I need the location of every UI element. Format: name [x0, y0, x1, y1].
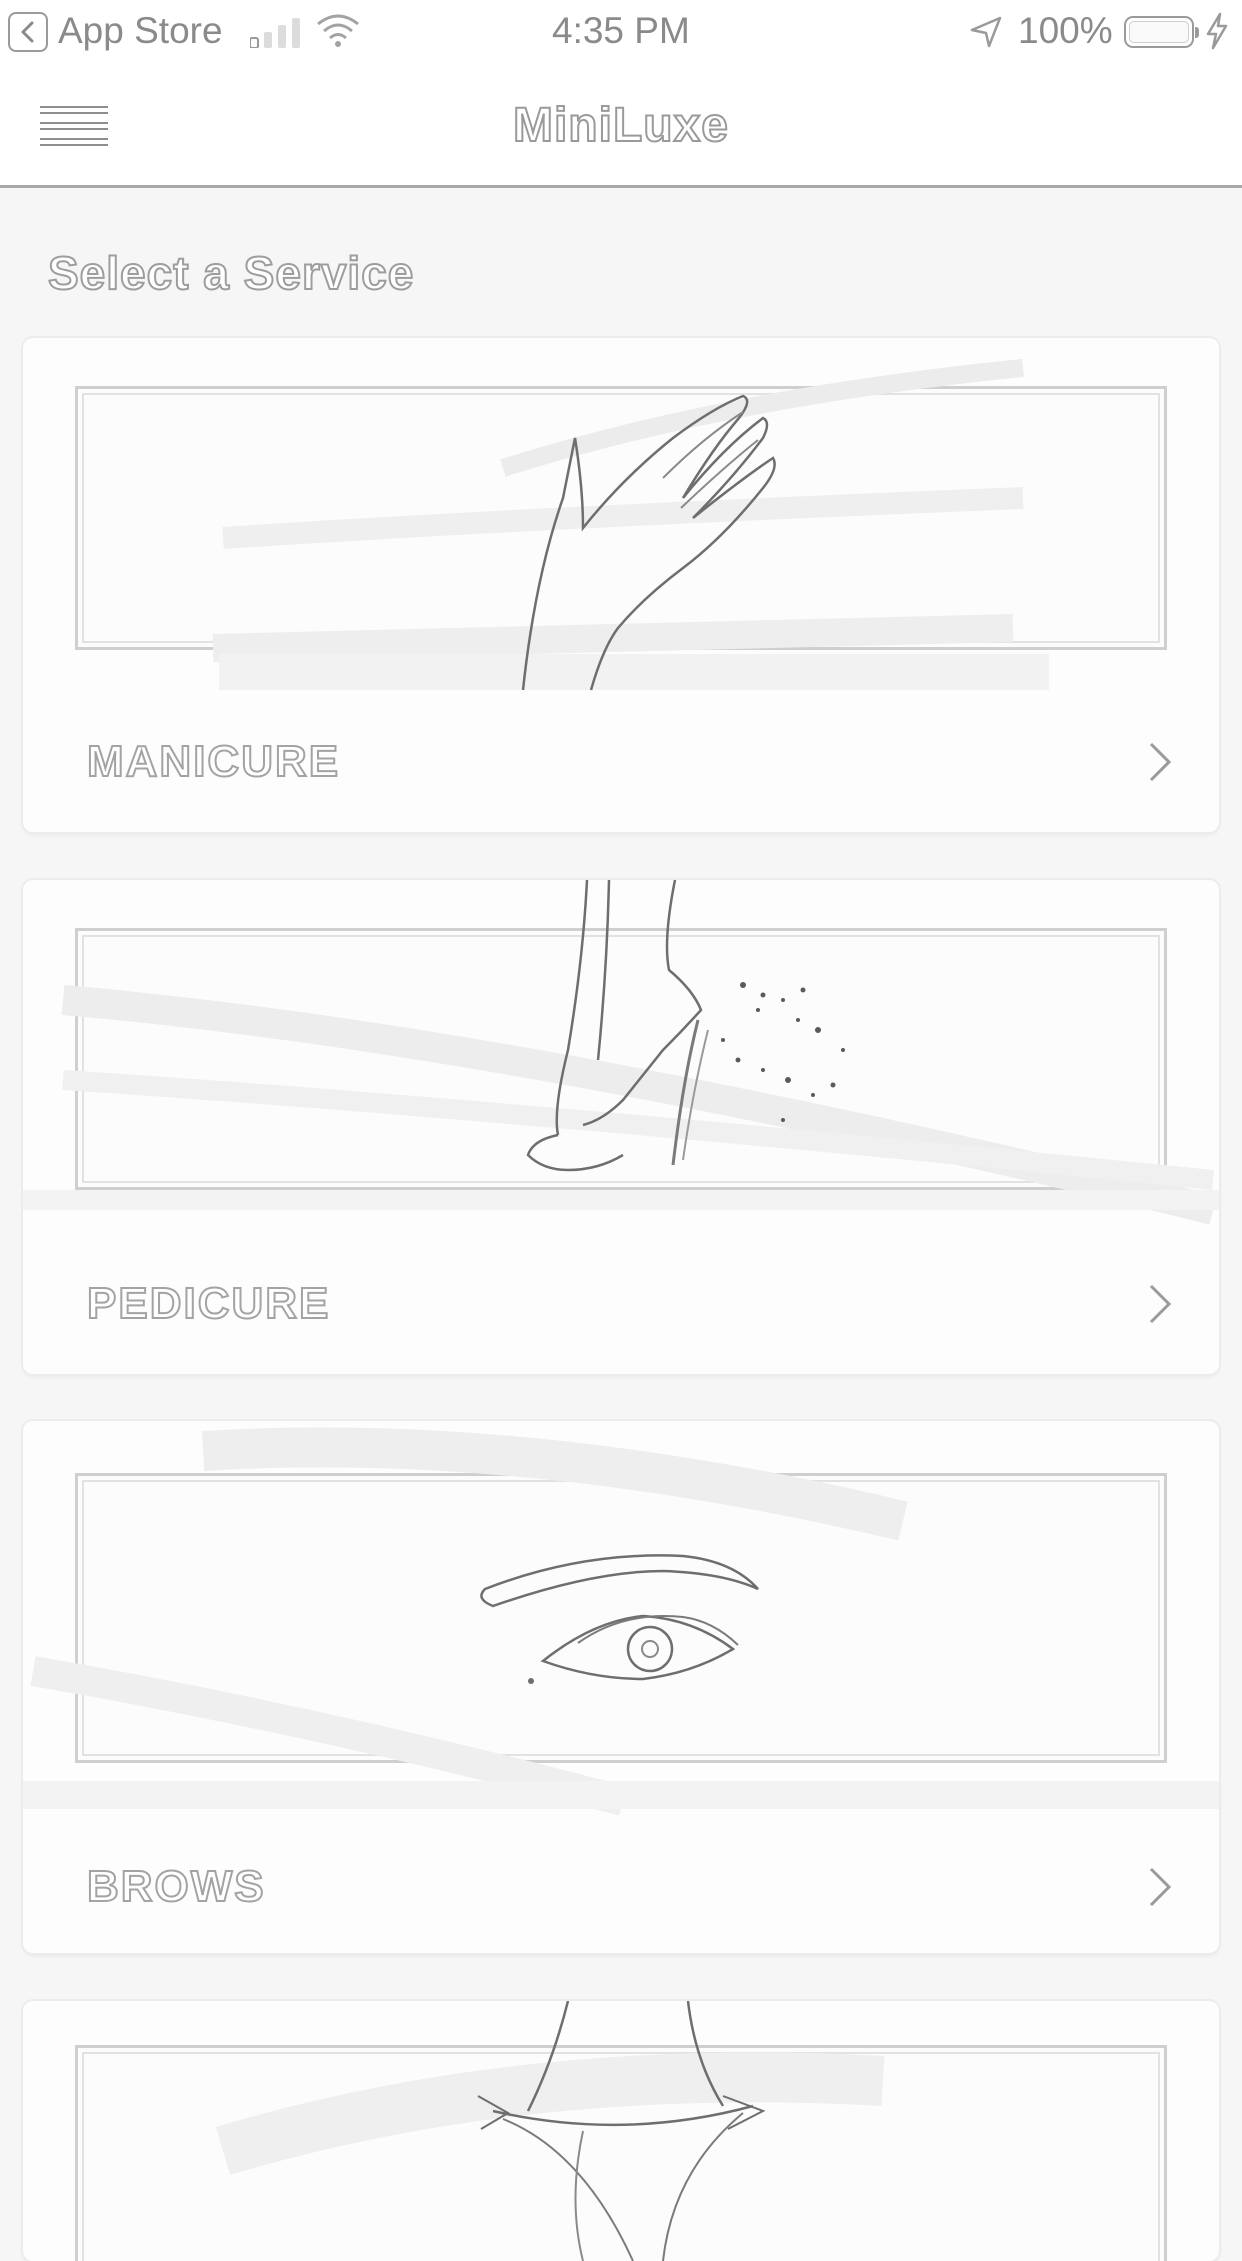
- chevron-right-icon: [1149, 1284, 1172, 1324]
- back-app-label[interactable]: App Store: [58, 8, 223, 54]
- battery-icon: [1124, 16, 1199, 48]
- app-title: MiniLuxe: [512, 98, 729, 153]
- page-title: Select a Service: [47, 246, 415, 300]
- status-bar: App Store 4:35 PM 100%: [0, 0, 1242, 62]
- service-card-brows[interactable]: BROWS: [23, 1421, 1219, 1953]
- back-to-app-icon[interactable]: [8, 12, 48, 52]
- service-card-4[interactable]: [23, 2001, 1219, 2261]
- service-label: MANICURE: [86, 736, 341, 787]
- signal-icon: [250, 18, 300, 48]
- chevron-right-icon: [1149, 742, 1172, 782]
- wifi-icon: [317, 14, 359, 47]
- clock: 4:35 PM: [552, 10, 690, 51]
- battery-percent: 100%: [1018, 10, 1113, 51]
- charging-bolt-icon: [1206, 12, 1228, 50]
- service-card-pedicure[interactable]: PEDICURE: [23, 880, 1219, 1374]
- chevron-right-icon: [1149, 1867, 1172, 1907]
- bikini-illustration-icon: [215, 2001, 885, 2261]
- location-arrow-icon: [970, 16, 1002, 48]
- nav-bar: MiniLuxe: [0, 62, 1242, 188]
- service-label: BROWS: [86, 1861, 266, 1912]
- service-label: PEDICURE: [86, 1278, 331, 1329]
- service-card-manicure[interactable]: MANICURE: [23, 338, 1219, 832]
